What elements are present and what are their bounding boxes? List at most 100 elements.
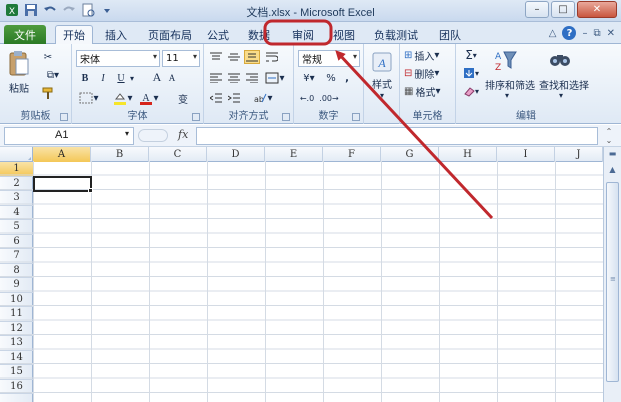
percent-button[interactable]: % (324, 71, 338, 85)
insert-cells-button[interactable]: ⊞ 插入 ▾ (404, 48, 454, 63)
align-top-icon[interactable] (208, 50, 224, 64)
number-format-select[interactable]: 常规 ▾ (298, 50, 360, 67)
minimize-ribbon-icon[interactable]: △ (549, 28, 557, 39)
delete-cells-button[interactable]: ⊟ 删除 ▾ (404, 66, 454, 81)
select-all-corner[interactable] (0, 147, 33, 162)
column-header-d[interactable]: D (207, 147, 265, 162)
tab-load-test[interactable]: 负载测试 (368, 25, 424, 44)
align-left-icon[interactable] (208, 71, 224, 85)
number-launcher-icon[interactable] (352, 113, 360, 121)
scroll-up-icon[interactable]: ▲ (606, 165, 619, 178)
fill-icon[interactable]: ▾ (460, 66, 482, 80)
tab-team[interactable]: 团队 (432, 25, 468, 44)
decrease-indent-icon[interactable] (208, 91, 224, 105)
group-alignment: ▾ ab ▾ 对齐方式 (204, 44, 294, 124)
column-header-j[interactable]: J (555, 147, 603, 162)
scroll-thumb[interactable]: ≡ (606, 182, 619, 382)
font-color-icon[interactable]: A ▾ (138, 91, 160, 105)
underline-button[interactable]: U (114, 71, 128, 85)
sort-filter-icon[interactable]: AZ (494, 48, 518, 74)
autosum-button[interactable]: Σ ▾ (460, 48, 482, 62)
bold-button[interactable]: B (78, 71, 92, 85)
find-select-icon[interactable] (548, 48, 572, 74)
column-header-i[interactable]: I (497, 147, 555, 162)
column-header-e[interactable]: E (265, 147, 323, 162)
align-center-icon[interactable] (226, 71, 242, 85)
insert-function-button[interactable]: fx (178, 128, 188, 141)
currency-button[interactable]: ¥ ▾ (298, 71, 320, 85)
minimize-button[interactable]: – (525, 1, 549, 18)
tab-insert[interactable]: 插入 (98, 25, 134, 44)
font-size-select[interactable]: 11 ▾ (162, 50, 200, 67)
cell-grid[interactable] (0, 161, 603, 402)
active-cell-a1[interactable] (33, 176, 92, 192)
group-cells: ⊞ 插入 ▾ ⊟ 删除 ▾ ▦ 格式 ▾ 单元格 (400, 44, 456, 124)
increase-indent-icon[interactable] (226, 91, 242, 105)
wrap-text-icon[interactable] (264, 50, 280, 64)
italic-button[interactable]: I (96, 71, 110, 85)
clipboard-launcher-icon[interactable] (60, 113, 68, 121)
format-cells-button[interactable]: ▦ 格式 ▾ (404, 84, 454, 99)
align-bottom-icon[interactable] (244, 50, 260, 64)
copy-icon[interactable]: ⧉▾ (40, 68, 66, 82)
tab-formulas[interactable]: 公式 (202, 25, 234, 44)
format-painter-icon[interactable] (40, 86, 56, 100)
font-launcher-icon[interactable] (192, 113, 200, 121)
paste-button[interactable]: 粘贴 (6, 80, 32, 95)
fill-handle[interactable] (88, 188, 93, 193)
sort-filter-button[interactable]: 排序和筛选 (484, 77, 536, 92)
find-select-dropdown-icon[interactable]: ▾ (556, 90, 566, 100)
fill-color-icon[interactable]: ▾ (112, 91, 134, 105)
column-header-b[interactable]: B (91, 147, 149, 162)
name-box-dropdown-icon[interactable]: ▾ (125, 129, 129, 138)
decrease-decimal-icon[interactable]: .00→ (319, 91, 338, 105)
tab-review[interactable]: 审阅 (283, 25, 323, 44)
vertical-scrollbar[interactable]: ▬ ▲ ≡ (603, 147, 621, 402)
styles-button[interactable]: 样式 (366, 76, 398, 91)
workbook-restore-icon[interactable]: ⧉ (593, 28, 600, 39)
tab-file[interactable]: 文件 (4, 25, 46, 44)
font-group-label: 字体 (127, 111, 148, 122)
column-header-c[interactable]: C (149, 147, 207, 162)
align-right-icon[interactable] (244, 71, 260, 85)
phonetic-button[interactable]: 变 (172, 91, 194, 106)
insert-cells-icon: ⊞ (404, 49, 413, 61)
increase-decimal-icon[interactable]: ←.0 (298, 91, 316, 105)
group-font: 宋体 ▾ 11 ▾ B I U ▾ A A ▾ ▾ A ▾ 变 字体 (72, 44, 204, 124)
merge-center-icon[interactable]: ▾ (264, 71, 286, 85)
sort-filter-dropdown-icon[interactable]: ▾ (502, 90, 512, 100)
comma-button[interactable]: , (340, 71, 354, 85)
tab-data[interactable]: 数据 (241, 25, 277, 44)
align-middle-icon[interactable] (226, 50, 242, 64)
orientation-icon[interactable]: ab ▾ (250, 91, 276, 105)
column-header-g[interactable]: G (381, 147, 439, 162)
shrink-font-button[interactable]: A (166, 72, 178, 84)
borders-icon[interactable]: ▾ (78, 91, 100, 105)
styles-icon[interactable]: A (370, 50, 394, 74)
cut-icon[interactable]: ✂ (40, 50, 56, 64)
alignment-launcher-icon[interactable] (282, 113, 290, 121)
tab-view[interactable]: 视图 (326, 25, 362, 44)
paste-icon[interactable] (6, 48, 32, 78)
currency-symbol: ¥ (303, 72, 310, 84)
tab-page-layout[interactable]: 页面布局 (142, 25, 198, 44)
clear-icon[interactable]: ▾ (460, 84, 482, 98)
name-box[interactable]: A1 ▾ (4, 127, 134, 145)
help-icon[interactable]: ? (562, 26, 577, 40)
workbook-close-icon[interactable]: ✕ (607, 28, 615, 39)
maximize-button[interactable]: □ (551, 1, 575, 18)
underline-dropdown-icon[interactable]: ▾ (128, 71, 136, 85)
styles-dropdown-icon[interactable]: ▾ (376, 90, 388, 100)
column-header-f[interactable]: F (323, 147, 381, 162)
find-select-button[interactable]: 查找和选择 (536, 77, 592, 92)
workbook-minimize-icon[interactable]: – (582, 28, 587, 39)
formula-input[interactable] (196, 127, 598, 145)
expand-formula-bar-icon[interactable]: ⌃ ⌄ (602, 127, 616, 145)
tab-home[interactable]: 开始 (55, 25, 93, 44)
split-box-icon[interactable]: ▬ (606, 149, 619, 162)
column-header-a[interactable]: A (33, 147, 91, 162)
font-name-select[interactable]: 宋体 ▾ (76, 50, 160, 67)
column-header-h[interactable]: H (439, 147, 497, 162)
close-button[interactable]: ✕ (577, 1, 617, 18)
grow-font-button[interactable]: A (150, 70, 164, 84)
